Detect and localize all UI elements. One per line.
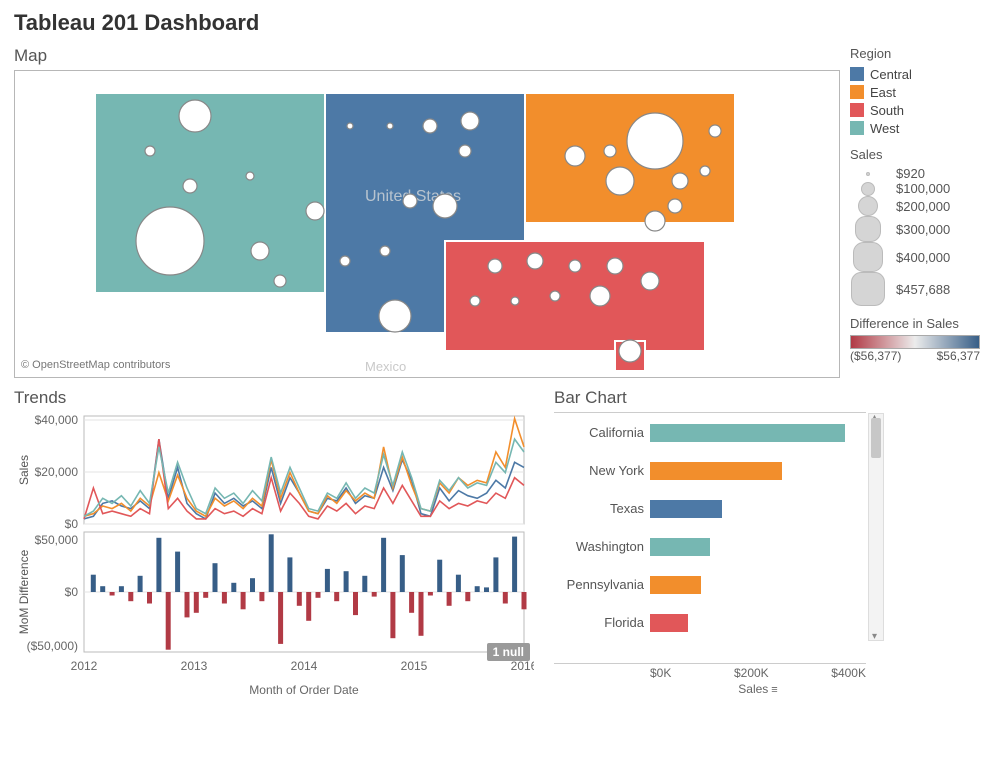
barchart-xlabel: Sales≡ (650, 680, 866, 696)
bubble-washington (179, 100, 211, 132)
table-row[interactable]: New York (554, 451, 866, 489)
map-attribution: © OpenStreetMap contributors (21, 359, 170, 371)
page-title: Tableau 201 Dashboard (14, 10, 976, 36)
barchart-title: Bar Chart (554, 388, 866, 408)
table-row[interactable]: Florida (554, 603, 866, 641)
region-east (525, 93, 735, 223)
legend-item-south[interactable]: South (850, 101, 980, 119)
barchart-xticks: $0K$200K$400K (650, 664, 866, 680)
bubble-newyork (627, 113, 683, 169)
table-row[interactable]: Pennsylvania (554, 565, 866, 603)
legend-panel: Region Central East South West Sales $92… (840, 46, 984, 378)
barchart-viz[interactable]: ▴ ▾ CaliforniaNew YorkTexasWashingtonPen… (554, 412, 866, 664)
state-label: New York (554, 463, 650, 478)
bubble-california (136, 207, 204, 275)
svg-text:2015: 2015 (401, 659, 428, 673)
state-bar (650, 538, 710, 556)
state-bar (650, 462, 782, 480)
barchart-panel: Bar Chart ▴ ▾ CaliforniaNew YorkTexasWas… (554, 388, 866, 707)
svg-text:$0: $0 (65, 517, 79, 531)
svg-text:$0: $0 (65, 585, 79, 599)
region-south (445, 241, 705, 351)
svg-text:Sales: Sales (17, 455, 31, 485)
bubble-pennsylvania (606, 167, 634, 195)
bubble-texas (379, 300, 411, 332)
sort-descending-icon: ≡ (771, 684, 777, 696)
scrollbar[interactable]: ▴ ▾ (868, 413, 884, 641)
state-label: Florida (554, 615, 650, 630)
svg-text:2013: 2013 (181, 659, 208, 673)
null-badge[interactable]: 1 null (487, 643, 530, 661)
table-row[interactable]: Texas (554, 489, 866, 527)
svg-text:Month of Order Date: Month of Order Date (249, 683, 359, 697)
state-bar (650, 500, 722, 518)
svg-text:$20,000: $20,000 (35, 465, 79, 479)
legend-item-east[interactable]: East (850, 83, 980, 101)
state-bar (650, 614, 688, 632)
svg-text:2016: 2016 (511, 659, 534, 673)
svg-text:$40,000: $40,000 (35, 413, 79, 427)
legend-sales-title: Sales (850, 147, 980, 162)
svg-text:2014: 2014 (291, 659, 318, 673)
state-label: Washington (554, 539, 650, 554)
state-bar (650, 424, 845, 442)
svg-text:MoM Difference: MoM Difference (17, 549, 31, 634)
dashboard: Tableau 201 Dashboard Map United States … (0, 0, 990, 783)
table-row[interactable]: Washington (554, 527, 866, 565)
map-panel: Map United States Mexico (14, 46, 840, 378)
svg-text:$50,000: $50,000 (35, 533, 79, 547)
state-label: Texas (554, 501, 650, 516)
trends-viz[interactable]: $40,000 $20,000 $0 Sales $50,000 $0 ($50… (14, 412, 534, 702)
diff-gradient (850, 335, 980, 349)
legend-item-west[interactable]: West (850, 119, 980, 137)
svg-text:2012: 2012 (71, 659, 98, 673)
map-title: Map (14, 46, 840, 66)
state-bar (650, 576, 701, 594)
bubble-florida (619, 340, 641, 362)
state-label: California (554, 425, 650, 440)
legend-region-title: Region (850, 46, 980, 61)
table-row[interactable]: California (554, 413, 866, 451)
state-label: Pennsylvania (554, 577, 650, 592)
map-viz[interactable]: United States Mexico (14, 70, 840, 378)
svg-text:($50,000): ($50,000) (27, 639, 78, 653)
svg-text:Mexico: Mexico (365, 359, 406, 374)
scrollbar-thumb[interactable] (871, 418, 881, 458)
trends-panel: Trends $40,000 $20,000 $0 Sales (14, 388, 534, 707)
trends-title: Trends (14, 388, 534, 408)
legend-item-central[interactable]: Central (850, 65, 980, 83)
size-legend-row: $920 (850, 166, 980, 181)
legend-diff-title: Difference in Sales (850, 316, 980, 331)
